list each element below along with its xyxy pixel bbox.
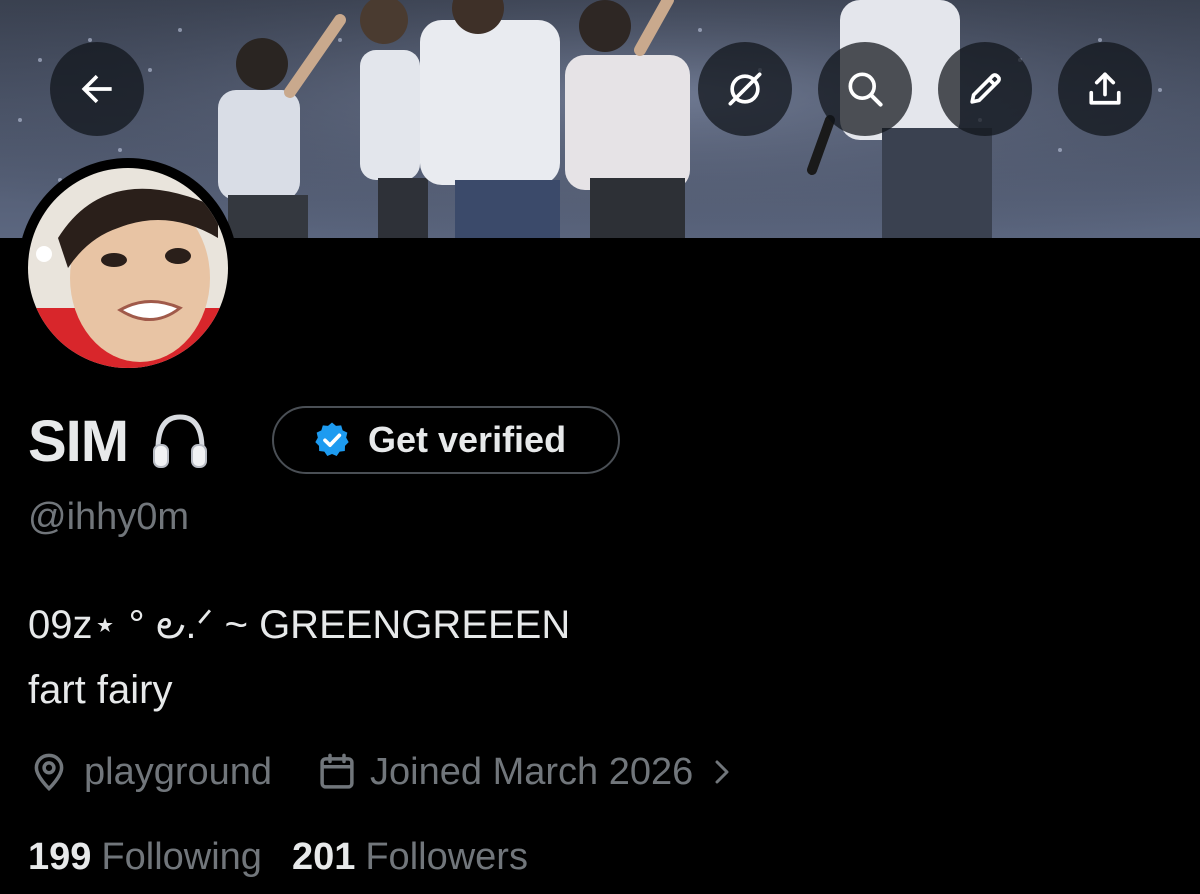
radar-off-icon <box>728 72 762 106</box>
avatar-photo <box>28 168 228 368</box>
calendar-icon <box>320 753 354 789</box>
get-verified-label: Get verified <box>368 419 567 460</box>
joined-date-label[interactable]: Joined March 2026 <box>370 751 693 794</box>
chevron-right-icon[interactable] <box>707 757 737 787</box>
search-button[interactable] <box>818 42 912 136</box>
avatar[interactable] <box>28 168 228 368</box>
arrow-left-icon <box>81 74 112 104</box>
profile-meta-row: playground Joined March 2026 <box>28 748 737 796</box>
pencil-icon <box>970 73 1001 104</box>
followers-label: Followers <box>365 836 528 878</box>
following-label: Following <box>101 836 262 878</box>
bio-line-1: 09z⋆ ° ౿.ᐟ ~ GREENGREEEN <box>28 603 571 647</box>
back-button[interactable] <box>50 42 144 136</box>
bio-line-2: fart fairy <box>28 668 173 712</box>
profile-name-row: SIM <box>28 404 212 478</box>
following-link[interactable]: 199 Following <box>28 836 262 879</box>
radar-button[interactable] <box>698 42 792 136</box>
location-label: playground <box>84 750 273 793</box>
verified-badge-icon <box>315 422 349 456</box>
profile-stats: 199 Following 201 Followers <box>28 836 528 879</box>
share-icon <box>1089 72 1121 105</box>
edit-button[interactable] <box>938 42 1032 136</box>
location-pin-icon <box>34 753 64 792</box>
get-verified-button[interactable]: Get verified <box>272 406 620 474</box>
followers-count: 201 <box>291 836 356 878</box>
profile-handle: @ihhy0m <box>28 496 190 538</box>
share-button[interactable] <box>1058 42 1152 136</box>
following-count: 199 <box>28 836 92 878</box>
profile-name: SIM <box>28 408 129 474</box>
followers-link[interactable]: 201 Followers <box>292 836 528 879</box>
search-icon <box>848 72 883 107</box>
headphones-icon <box>153 414 208 468</box>
